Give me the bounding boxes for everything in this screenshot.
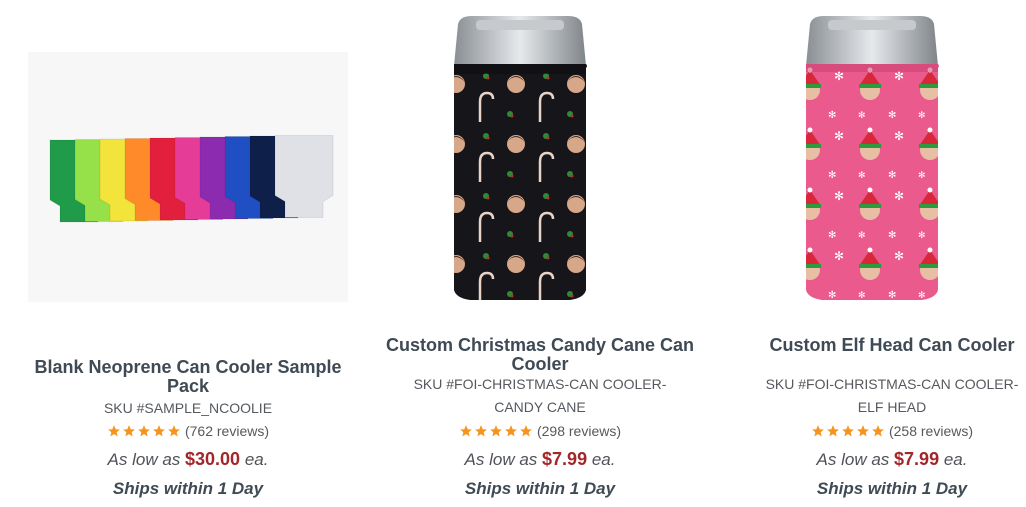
product-rating[interactable]: (298 reviews) [380, 423, 700, 439]
star-icon [460, 425, 472, 437]
product-title[interactable]: Custom Elf Head Can Cooler [732, 336, 1026, 355]
product-card[interactable]: Custom Christmas Candy Cane Can Cooler S… [380, 0, 700, 507]
star-rating [459, 424, 534, 438]
star-rating [811, 424, 886, 438]
star-icon [475, 425, 487, 437]
product-sku: SKU #SAMPLE_NCOOLIE [103, 400, 273, 416]
can-cooler-swatches-icon [49, 135, 334, 223]
product-price: As low as $7.99 ea. [816, 449, 968, 469]
price-amount: $7.99 [542, 449, 588, 469]
review-count: (762 reviews) [184, 423, 270, 439]
candy-cane-can-cooler-icon [454, 16, 587, 300]
star-icon [827, 425, 839, 437]
star-icon [812, 425, 824, 437]
product-sku: SKU #FOI-CHRISTMAS-CAN COOLER- ELF HEAD [765, 376, 1019, 415]
star-icon [490, 425, 502, 437]
star-icon [138, 425, 150, 437]
star-icon [520, 425, 532, 437]
review-count: (298 reviews) [536, 423, 622, 439]
price-amount: $30.00 [185, 449, 241, 469]
product-card[interactable]: Blank Neoprene Can Cooler Sample Pack SK… [28, 0, 348, 507]
product-image[interactable] [28, 52, 348, 302]
star-icon [123, 425, 135, 437]
star-rating [107, 424, 182, 438]
price-amount: $7.99 [894, 449, 940, 469]
product-price: As low as $7.99 ea. [464, 449, 616, 469]
product-title[interactable]: Blank Neoprene Can Cooler Sample Pack [28, 358, 348, 396]
product-image[interactable]: ✻ ✻ ✻ [732, 6, 1026, 316]
product-price: As low as $30.00 ea. [107, 449, 269, 469]
product-rating[interactable]: (258 reviews) [732, 423, 1026, 439]
shipping-note: Ships within 1 Day [816, 479, 968, 498]
shipping-note: Ships within 1 Day [112, 479, 264, 498]
star-icon [857, 425, 869, 437]
star-icon [108, 425, 120, 437]
product-rating[interactable]: (762 reviews) [28, 423, 348, 439]
shipping-note: Ships within 1 Day [464, 479, 616, 498]
product-image[interactable] [380, 6, 700, 316]
product-title[interactable]: Custom Christmas Candy Cane Can Cooler [380, 336, 700, 374]
star-icon [505, 425, 517, 437]
product-sku: SKU #FOI-CHRISTMAS-CAN COOLER- CANDY CAN… [413, 376, 667, 415]
star-icon [153, 425, 165, 437]
star-icon [168, 425, 180, 437]
star-icon [872, 425, 884, 437]
elf-head-can-cooler-icon: ✻ ✻ ✻ [806, 16, 939, 300]
product-card[interactable]: ✻ ✻ ✻ Custom Elf Head Can Cooler SKU #FO… [732, 0, 1026, 507]
review-count: (258 reviews) [888, 423, 974, 439]
star-icon [842, 425, 854, 437]
